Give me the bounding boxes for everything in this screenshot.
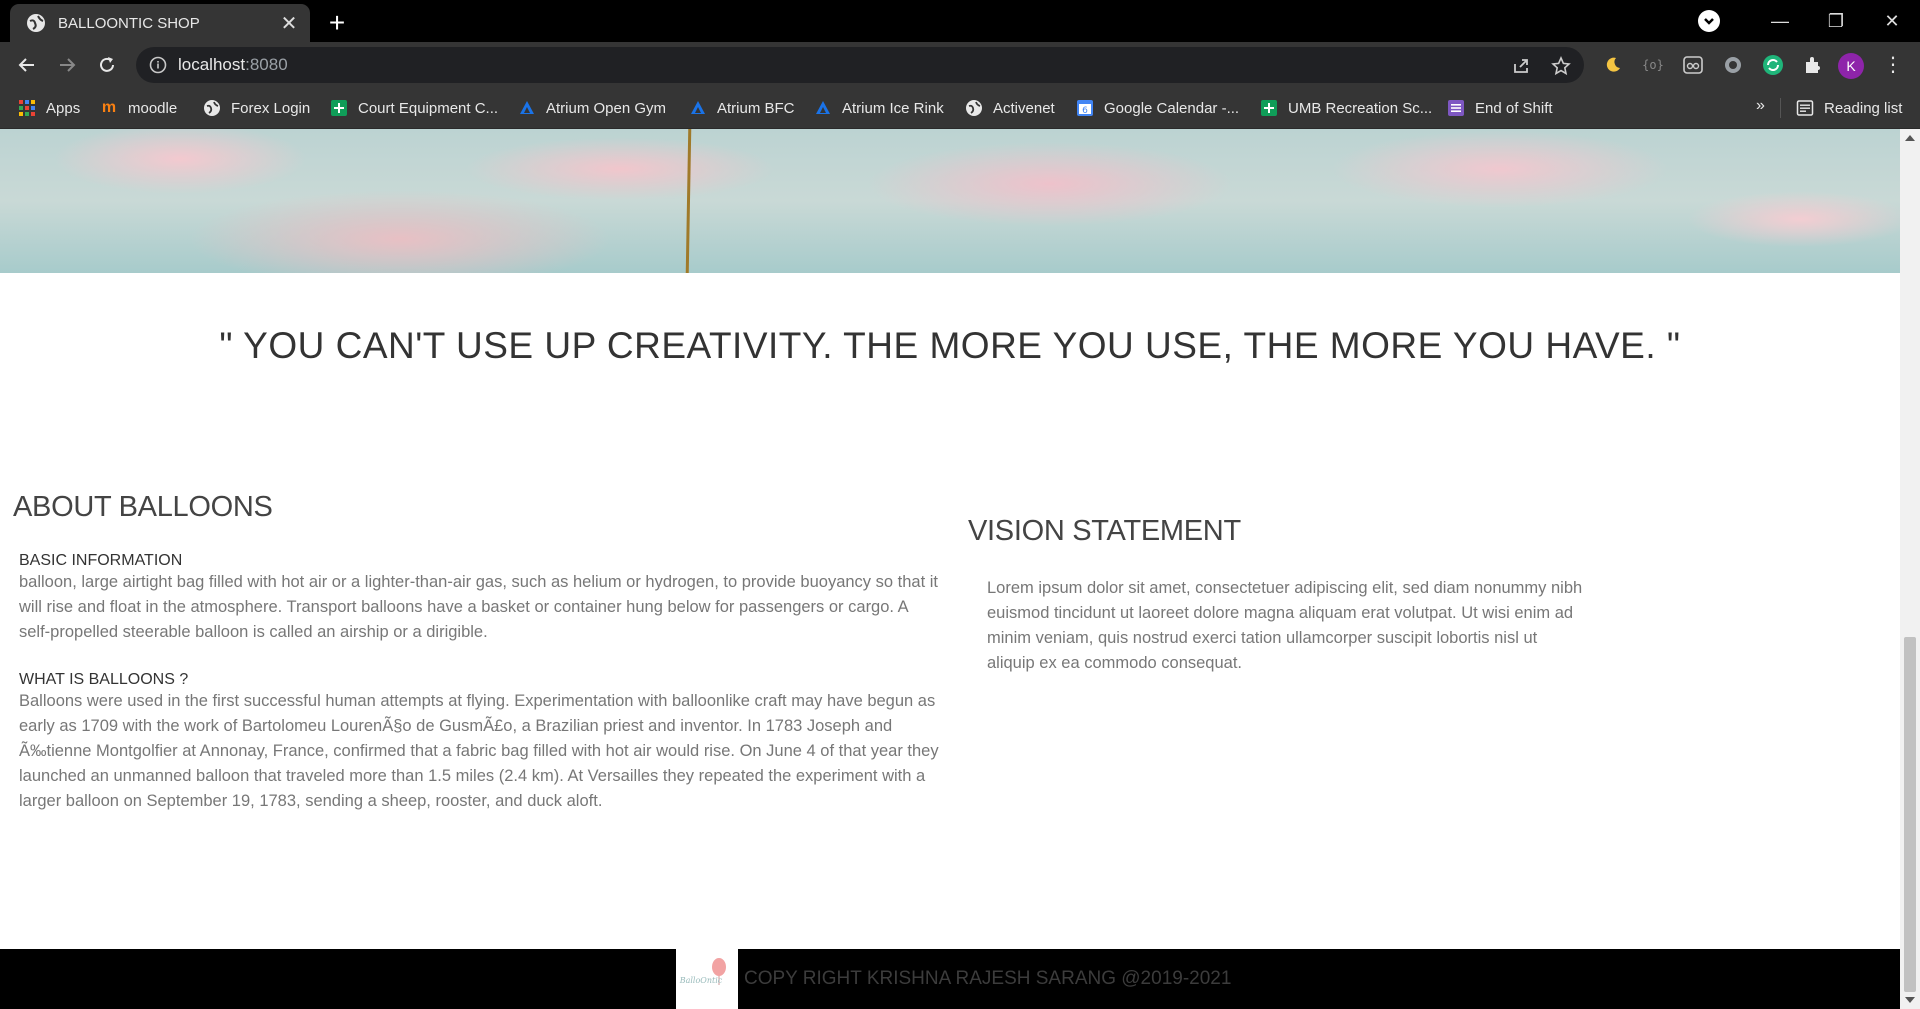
reading-list-label: Reading list: [1824, 99, 1903, 117]
reload-icon: [100, 57, 114, 72]
bookmark-atrium-open-gym[interactable]: Atrium Open Gym: [518, 97, 666, 119]
profile-avatar[interactable]: K: [1838, 53, 1864, 79]
footer: BalloOntic COPY RIGHT KRISHNA RAJESH SAR…: [0, 949, 1900, 1009]
window-controls: — ❐ ✕: [1698, 0, 1920, 42]
tab-strip: BALLOONTIC SHOP ✕ + — ❐ ✕: [0, 0, 1920, 42]
copyright-text: COPY RIGHT KRISHNA RAJESH SARANG @2019-2…: [744, 968, 1232, 989]
bookmark-label: End of Shift: [1475, 99, 1553, 117]
vertical-scrollbar[interactable]: [1900, 129, 1920, 1009]
vision-heading: VISION STATEMENT: [968, 515, 1241, 547]
browser-toolbar: localhost:8080 {o} K ⋮: [0, 42, 1920, 88]
atrium-icon: [520, 101, 534, 114]
bookmark-label: moodle: [128, 99, 178, 117]
calendar-icon: 6: [1077, 100, 1093, 116]
green-extension-icon[interactable]: [1760, 52, 1786, 78]
bookmark-google-calendar[interactable]: 6 Google Calendar -...: [1076, 97, 1239, 119]
url-port: :8080: [245, 55, 288, 74]
bookmark-atrium-ice-rink[interactable]: Atrium Ice Rink: [814, 97, 944, 119]
page-viewport: " YOU CAN'T USE UP CREATIVITY. THE MORE …: [0, 129, 1900, 1009]
bookmark-label: Apps: [46, 99, 81, 117]
scroll-down-arrow-icon[interactable]: [1905, 997, 1915, 1003]
sheets-plus-icon: [1261, 100, 1277, 116]
new-tab-button[interactable]: +: [322, 8, 352, 38]
back-button[interactable]: [12, 50, 42, 80]
bookmark-forex-login[interactable]: Forex Login: [203, 97, 310, 119]
close-tab-icon[interactable]: ✕: [276, 10, 302, 36]
moodle-icon: m: [101, 99, 117, 116]
footer-logo: BalloOntic: [676, 949, 738, 1009]
what-is-text: Balloons were used in the first successf…: [19, 692, 939, 810]
reader-extension-icon[interactable]: [1680, 52, 1706, 78]
atrium-icon: [816, 101, 830, 114]
bookmark-umb-recreation[interactable]: UMB Recreation Sc...: [1260, 97, 1432, 119]
creativity-quote: " YOU CAN'T USE UP CREATIVITY. THE MORE …: [219, 325, 1681, 366]
bookmark-court-equipment[interactable]: Court Equipment C...: [330, 97, 498, 119]
reading-list-icon: [1796, 100, 1814, 116]
svg-text:6: 6: [1082, 106, 1088, 116]
basic-info-title: BASIC INFORMATION: [19, 552, 183, 569]
bookmark-label: Atrium Open Gym: [546, 99, 667, 117]
globe-icon: [966, 100, 982, 116]
list-icon: [1448, 100, 1464, 116]
bookmark-star-icon[interactable]: [1550, 55, 1572, 77]
footer-logo-text: BalloOntic: [679, 976, 723, 985]
tab-title: BALLOONTIC SHOP: [58, 14, 200, 32]
menu-kebab-icon[interactable]: ⋮: [1880, 52, 1906, 78]
reading-list-button[interactable]: Reading list: [1796, 97, 1902, 119]
about-heading: ABOUT BALLOONS: [13, 491, 273, 523]
atrium-icon: [691, 101, 705, 114]
bookmark-label: Court Equipment C...: [358, 99, 499, 117]
dark-mode-extension-icon[interactable]: [1600, 52, 1626, 78]
balloon-rope: [685, 129, 692, 274]
close-window-button[interactable]: ✕: [1864, 0, 1920, 42]
sheets-plus-icon: [331, 100, 347, 116]
bookmarks-bar: Apps m moodle Forex Login Court Equipmen…: [0, 88, 1920, 129]
url-host: localhost: [178, 55, 246, 74]
address-bar[interactable]: localhost:8080: [136, 47, 1584, 83]
url-text[interactable]: localhost:8080: [178, 55, 288, 75]
vision-text: Lorem ipsum dolor sit amet, consectetuer…: [987, 579, 1583, 672]
reload-button[interactable]: [92, 50, 122, 80]
bookmarks-divider: [1780, 98, 1781, 118]
basic-info-text: balloon, large airtight bag filled with …: [19, 573, 939, 641]
vision-section: VISION STATEMENT Lorem ipsum dolor sit a…: [968, 515, 1588, 676]
balloon-logo-icon: BalloOntic: [679, 958, 726, 985]
scroll-up-arrow-icon[interactable]: [1905, 135, 1915, 141]
bookmark-label: Atrium Ice Rink: [842, 99, 944, 117]
browser-tab[interactable]: BALLOONTIC SHOP ✕: [10, 4, 310, 42]
bookmark-apps[interactable]: Apps: [18, 97, 80, 119]
bookmark-activenet[interactable]: Activenet: [965, 97, 1055, 119]
circle-extension-icon[interactable]: [1720, 52, 1746, 78]
forward-button[interactable]: [52, 50, 82, 80]
bookmark-moodle[interactable]: m moodle: [100, 97, 177, 119]
about-section: ABOUT BALLOONS BASIC INFORMATION balloon…: [13, 491, 939, 814]
bookmark-label: Google Calendar -...: [1104, 99, 1240, 117]
bookmark-label: UMB Recreation Sc...: [1288, 99, 1433, 117]
globe-icon: [27, 14, 45, 32]
json-extension-icon[interactable]: {o}: [1640, 52, 1666, 78]
minimize-button[interactable]: —: [1752, 0, 1808, 42]
chevron-down-icon: [1704, 18, 1714, 25]
what-is-title: WHAT IS BALLOONS ?: [19, 671, 189, 688]
arrow-left-icon: [18, 58, 34, 72]
bookmark-label: Activenet: [993, 99, 1055, 117]
globe-icon: [204, 100, 220, 116]
share-icon[interactable]: [1510, 55, 1532, 77]
tab-search-button[interactable]: [1698, 10, 1720, 32]
bookmark-atrium-bfc[interactable]: Atrium BFC: [689, 97, 795, 119]
scrollbar-thumb[interactable]: [1904, 637, 1916, 992]
hero-sky-image: [0, 129, 1900, 274]
arrow-right-icon: [60, 58, 76, 72]
bookmark-label: Forex Login: [231, 99, 311, 117]
info-icon[interactable]: [148, 55, 168, 75]
apps-grid-icon: [18, 99, 36, 117]
extensions-puzzle-icon[interactable]: [1800, 52, 1826, 78]
bookmark-end-of-shift[interactable]: End of Shift: [1447, 97, 1553, 119]
more-bookmarks-button[interactable]: »: [1756, 97, 1765, 115]
bookmark-label: Atrium BFC: [717, 99, 795, 117]
restore-button[interactable]: ❐: [1808, 0, 1864, 42]
